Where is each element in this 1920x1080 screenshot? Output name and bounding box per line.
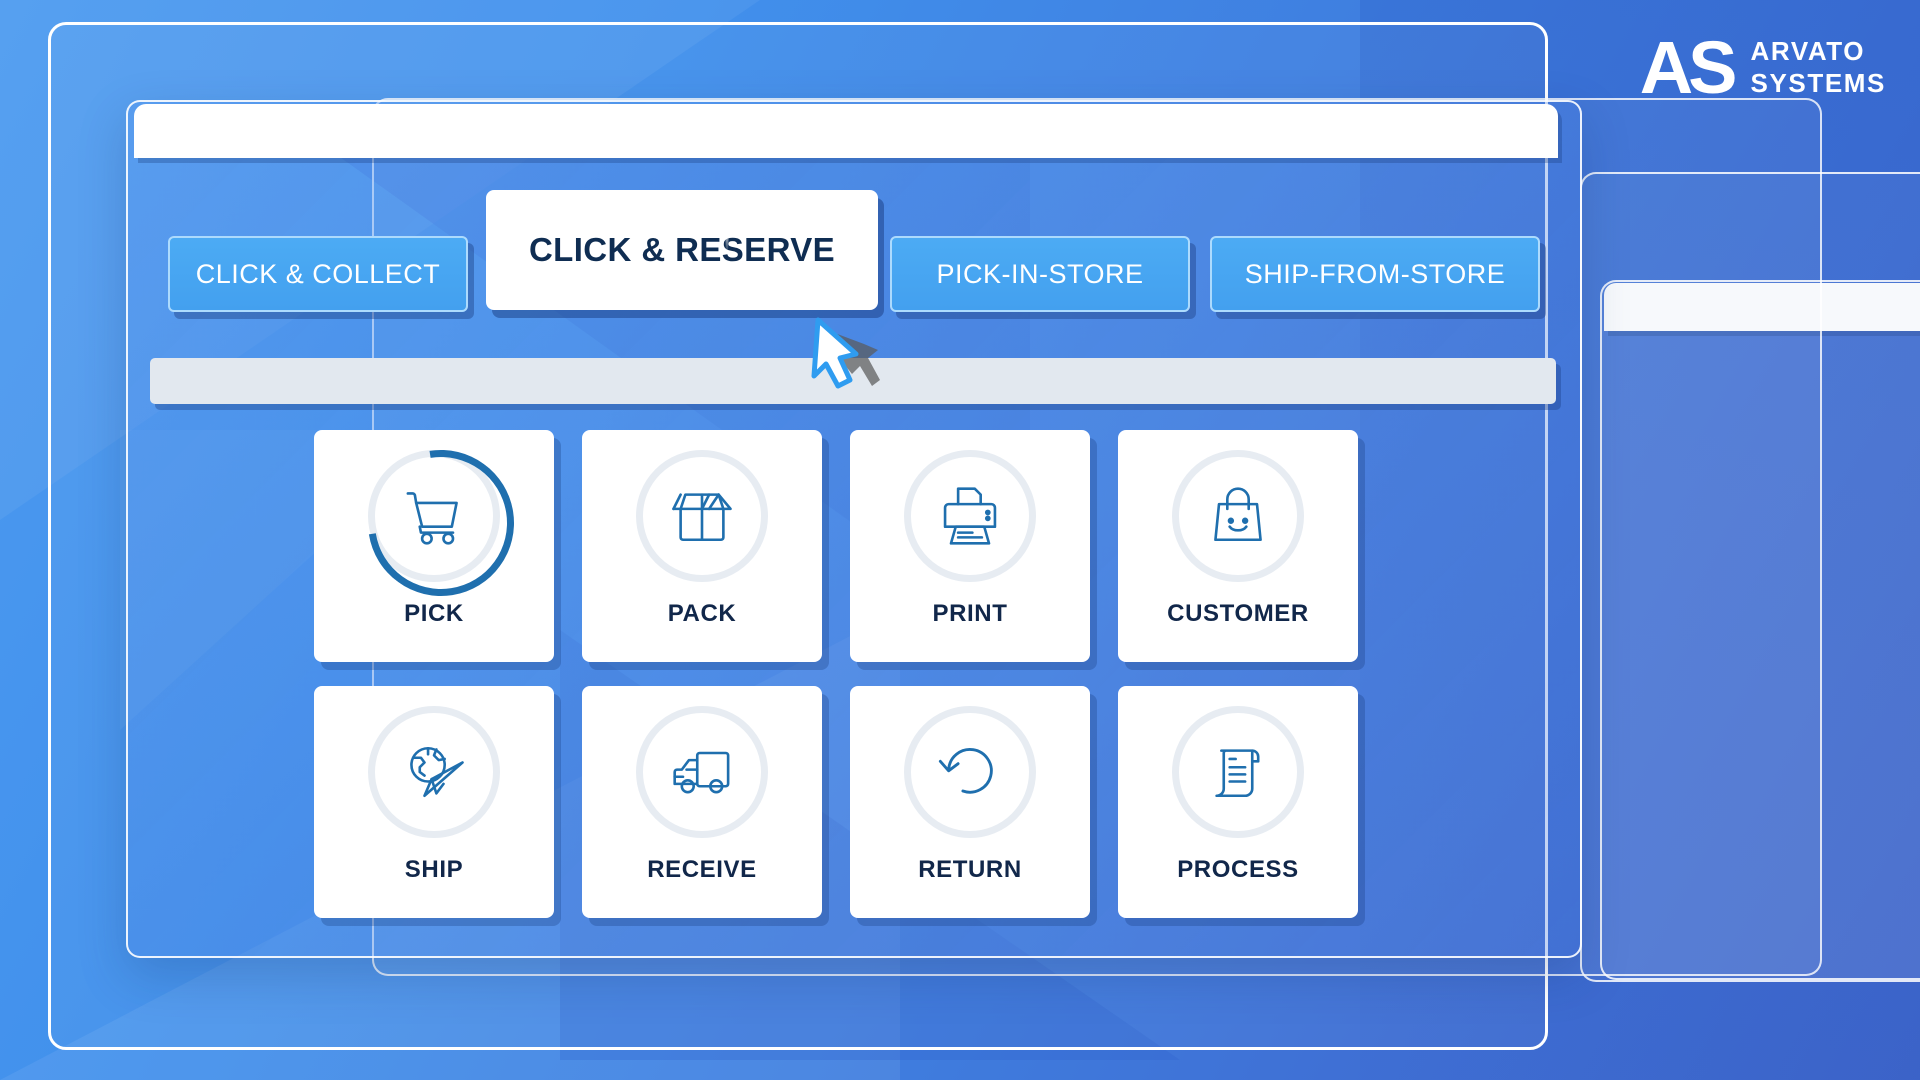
logo-line-2: SYSTEMS <box>1750 68 1886 99</box>
logo-wordmark: ARVATO SYSTEMS <box>1751 36 1886 99</box>
tile-process[interactable]: PROCESS <box>1118 686 1358 918</box>
icon-ring <box>904 706 1036 838</box>
icon-ring <box>368 450 500 582</box>
icon-ring <box>368 706 500 838</box>
tile-label: PROCESS <box>1177 856 1299 883</box>
action-tile-grid: PICK PACK PRINT CUSTOMER SHIP RECEIVE RE… <box>314 430 1358 918</box>
window-title-bar <box>134 104 1558 158</box>
tile-customer[interactable]: CUSTOMER <box>1118 430 1358 662</box>
globe-paper-plane-icon <box>410 746 464 798</box>
printer-icon <box>943 487 997 545</box>
shopping-cart-icon <box>406 492 458 545</box>
tile-label: PRINT <box>932 600 1008 627</box>
tile-label: PACK <box>667 600 737 627</box>
icon-ring <box>636 706 768 838</box>
tab-label: CLICK & RESERVE <box>528 231 836 268</box>
tab-pick-in-store[interactable]: PICK-IN-STORE <box>890 236 1190 312</box>
logo-mark: AS <box>1639 26 1738 109</box>
poster-canvas: CLICK & COLLECT CLICK & RESERVE PICK-IN-… <box>0 0 1920 1080</box>
tile-label: RECEIVE <box>647 856 757 883</box>
tab-click-and-reserve[interactable]: CLICK & RESERVE <box>486 190 878 310</box>
arvato-systems-logo: AS ARVATO SYSTEMS <box>1639 26 1886 109</box>
content-placeholder-bar <box>150 358 1556 404</box>
open-box-icon <box>672 493 732 542</box>
tile-ship[interactable]: SHIP <box>314 686 554 918</box>
tile-label: SHIP <box>404 856 464 883</box>
shopping-bag-smile-icon <box>1214 487 1262 542</box>
tab-label: CLICK & COLLECT <box>195 258 441 289</box>
rotate-left-arrow-icon <box>938 748 993 794</box>
delivery-truck-icon <box>673 751 730 794</box>
tile-pick[interactable]: PICK <box>314 430 554 662</box>
tile-label: CUSTOMER <box>1167 600 1309 627</box>
scroll-document-icon <box>1215 749 1260 798</box>
tab-ship-from-store[interactable]: SHIP-FROM-STORE <box>1210 236 1540 312</box>
tab-label: PICK-IN-STORE <box>936 258 1144 289</box>
tile-pack[interactable]: PACK <box>582 430 822 662</box>
tile-receive[interactable]: RECEIVE <box>582 686 822 918</box>
tab-strip: CLICK & COLLECT CLICK & RESERVE PICK-IN-… <box>168 190 1540 312</box>
icon-ring <box>1172 450 1304 582</box>
logo-line-1: ARVATO <box>1750 36 1866 67</box>
tile-return[interactable]: RETURN <box>850 686 1090 918</box>
tile-label: RETURN <box>918 856 1022 883</box>
icon-ring <box>1172 706 1304 838</box>
tab-click-and-collect[interactable]: CLICK & COLLECT <box>168 236 468 312</box>
tab-label: SHIP-FROM-STORE <box>1244 258 1506 289</box>
tile-label: PICK <box>404 600 464 627</box>
icon-ring <box>636 450 768 582</box>
tile-print[interactable]: PRINT <box>850 430 1090 662</box>
icon-ring <box>904 450 1036 582</box>
